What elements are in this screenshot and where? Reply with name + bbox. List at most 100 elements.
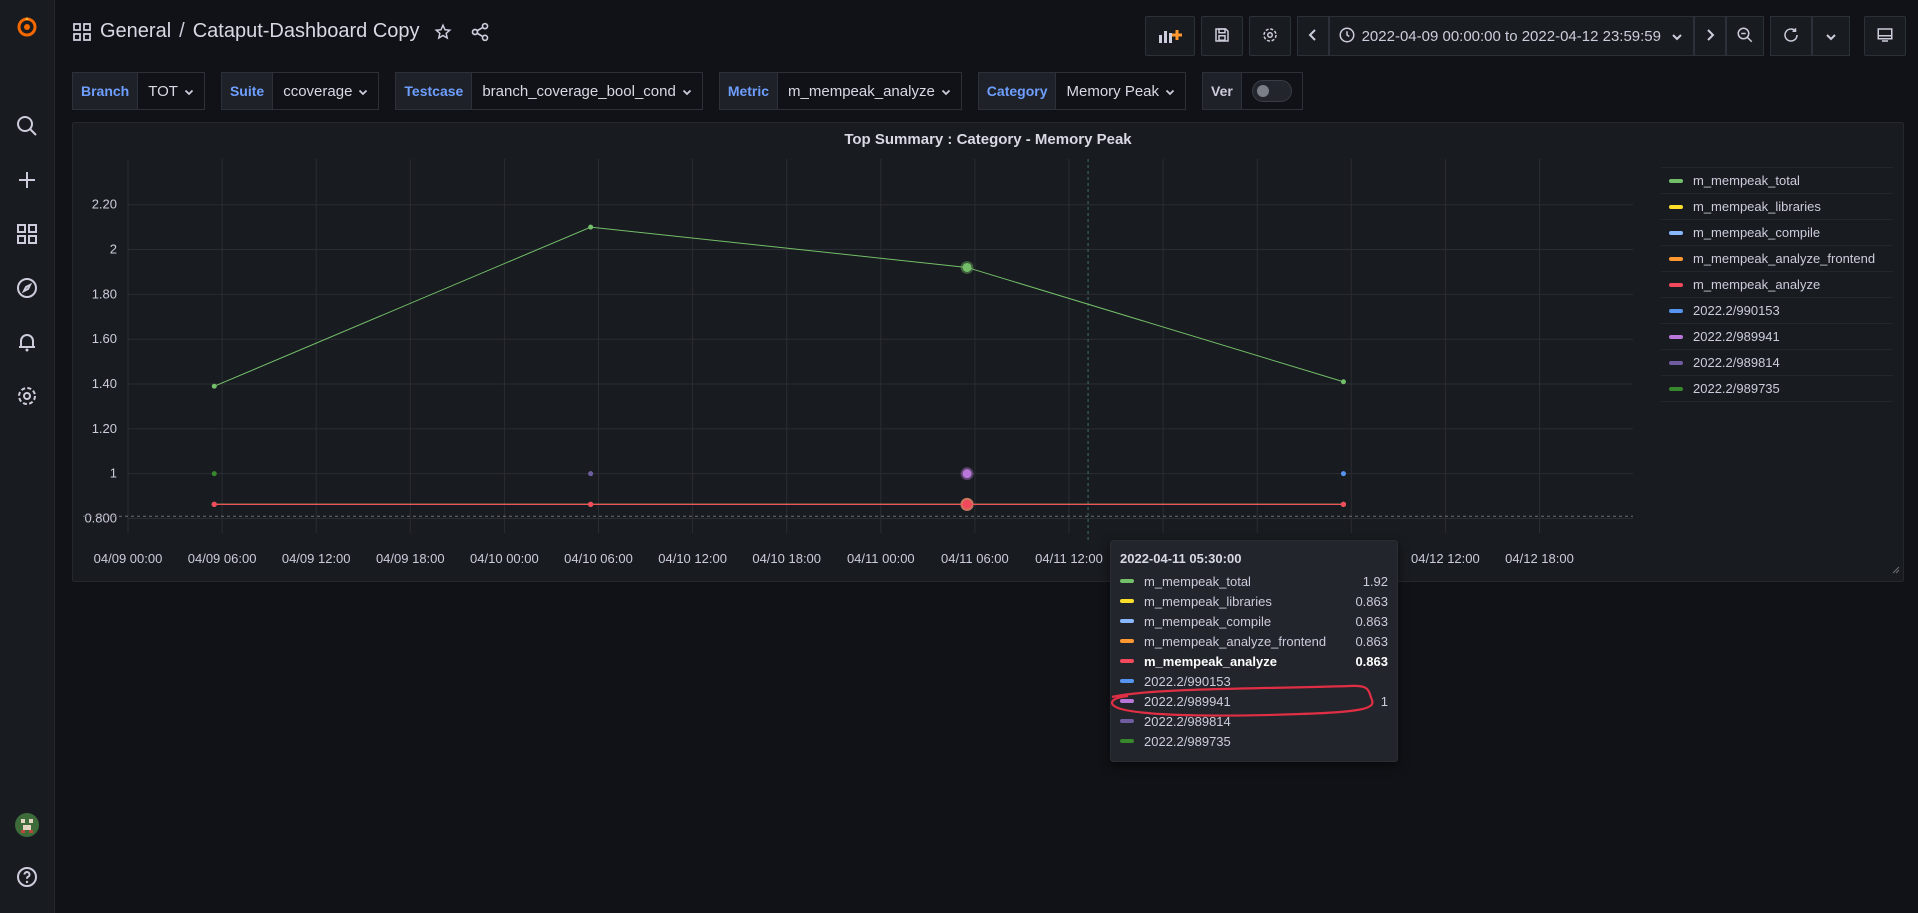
variable-value: ccoverage <box>283 83 352 100</box>
variable-metric: Metric m_mempeak_analyze <box>719 72 962 110</box>
legend-item[interactable]: m_mempeak_libraries <box>1661 193 1893 219</box>
legend-swatch <box>1669 335 1683 339</box>
chevron-down-icon <box>1165 83 1175 100</box>
legend-label: 2022.2/989814 <box>1693 355 1780 370</box>
legend-label: 2022.2/990153 <box>1693 303 1780 318</box>
tooltip-value: 0.863 <box>1348 654 1388 669</box>
star-icon[interactable] <box>434 23 452 41</box>
plus-icon[interactable] <box>13 166 41 194</box>
view-mode-button[interactable] <box>1864 16 1906 56</box>
legend: m_mempeak_total m_mempeak_libraries m_memp… <box>1661 167 1893 402</box>
legend-label: m_mempeak_libraries <box>1693 199 1821 214</box>
breadcrumb-folder[interactable]: General <box>100 20 171 43</box>
variable-dropdown[interactable]: m_mempeak_analyze <box>778 72 962 110</box>
data-point-2022.2/989735 <box>212 471 217 476</box>
legend-item[interactable]: m_mempeak_compile <box>1661 219 1893 245</box>
variable-dropdown[interactable]: ccoverage <box>273 72 379 110</box>
variables-bar: Branch TOT Suite ccoverage Testcase bran… <box>72 72 1319 110</box>
tooltip-swatch <box>1120 739 1134 743</box>
variable-dropdown[interactable]: branch_coverage_bool_cond <box>472 72 702 110</box>
legend-item[interactable]: m_mempeak_analyze_frontend <box>1661 245 1893 271</box>
variable-value: Memory Peak <box>1066 83 1159 100</box>
add-panel-button[interactable] <box>1145 16 1195 56</box>
tooltip-time: 2022-04-11 05:30:00 <box>1120 551 1241 566</box>
help-icon[interactable] <box>13 863 41 891</box>
legend-item[interactable]: 2022.2/990153 <box>1661 297 1893 323</box>
data-point-2022.2/990153 <box>1341 471 1346 476</box>
data-point-m_mempeak_total <box>963 263 972 272</box>
tooltip-row: 2022.2/989814 <box>1120 711 1388 731</box>
data-point-m_mempeak_analyze <box>1341 502 1346 507</box>
variable-value: TOT <box>148 83 178 100</box>
chevron-down-icon <box>184 83 194 100</box>
legend-swatch <box>1669 283 1683 287</box>
add-panel-icon <box>1157 25 1183 48</box>
legend-item[interactable]: 2022.2/989941 <box>1661 323 1893 349</box>
legend-swatch <box>1669 361 1683 365</box>
refresh-button[interactable] <box>1770 16 1812 56</box>
avatar[interactable] <box>13 811 41 839</box>
variable-label: Branch <box>72 72 138 110</box>
x-tick-label: 04/11 06:00 <box>941 551 1009 566</box>
dashboard-title[interactable]: Cataput-Dashboard Copy <box>193 20 420 43</box>
x-tick-label: 04/11 12:00 <box>1035 551 1103 566</box>
resize-handle <box>1893 567 1899 573</box>
y-tick-label: 1.20 <box>92 421 117 436</box>
y-tick-label: 1.60 <box>92 331 117 346</box>
series-line-m_mempeak_total <box>214 227 1343 386</box>
zoom-out-button[interactable] <box>1726 16 1764 56</box>
data-point-m_mempeak_total <box>212 384 217 389</box>
graph-panel: Top Summary : Category - Memory Peak 0.8… <box>72 122 1904 582</box>
variable-label: Testcase <box>395 72 472 110</box>
tooltip-swatch <box>1120 659 1134 663</box>
breadcrumb: General / Cataput-Dashboard Copy <box>72 20 490 43</box>
data-point-m_mempeak_total <box>1341 379 1346 384</box>
grid-icon[interactable] <box>72 22 92 42</box>
ver-toggle[interactable] <box>1252 80 1292 102</box>
legend-item[interactable]: 2022.2/989735 <box>1661 375 1893 402</box>
x-tick-label: 04/09 06:00 <box>188 551 257 566</box>
dashboards-icon[interactable] <box>13 220 41 248</box>
tooltip-row: 2022.2/9899411 <box>1120 691 1388 711</box>
x-tick-label: 04/10 00:00 <box>470 551 539 566</box>
legend-label: 2022.2/989735 <box>1693 381 1780 396</box>
legend-item[interactable]: 2022.2/989814 <box>1661 349 1893 375</box>
variable-dropdown[interactable]: TOT <box>138 72 205 110</box>
refresh-icon <box>1782 26 1800 47</box>
toolbar: 2022-04-09 00:00:00 to 2022-04-12 23:59:… <box>1145 16 1906 56</box>
grafana-logo-icon[interactable] <box>13 12 41 40</box>
data-point-m_mempeak_analyze <box>212 502 217 507</box>
tooltip-swatch <box>1120 719 1134 723</box>
tooltip-swatch <box>1120 699 1134 703</box>
time-range-picker[interactable]: 2022-04-09 00:00:00 to 2022-04-12 23:59:… <box>1329 16 1694 56</box>
tooltip-row: m_mempeak_compile0.863 <box>1120 611 1388 631</box>
variable-value: m_mempeak_analyze <box>788 83 935 100</box>
chevron-down-icon <box>682 83 692 100</box>
legend-item[interactable]: m_mempeak_analyze <box>1661 271 1893 297</box>
sidebar <box>0 0 55 913</box>
settings-button[interactable] <box>1249 16 1291 56</box>
time-forward-button[interactable] <box>1694 16 1726 56</box>
time-range-text: 2022-04-09 00:00:00 to 2022-04-12 23:59:… <box>1356 28 1671 45</box>
variable-label: Metric <box>719 72 778 110</box>
variable-dropdown[interactable]: Memory Peak <box>1056 72 1186 110</box>
data-point-m_mempeak_analyze <box>588 502 593 507</box>
chevron-down-icon <box>941 83 951 100</box>
search-icon[interactable] <box>13 112 41 140</box>
share-icon[interactable] <box>470 22 490 42</box>
tooltip-row: 2022.2/989735 <box>1120 731 1388 751</box>
y-tick-label: 1.80 <box>92 286 117 301</box>
legend-label: m_mempeak_analyze_frontend <box>1693 251 1875 266</box>
bell-icon[interactable] <box>13 328 41 356</box>
explore-icon[interactable] <box>13 274 41 302</box>
x-tick-label: 04/12 18:00 <box>1505 551 1574 566</box>
tooltip-series-name: m_mempeak_libraries <box>1144 594 1348 609</box>
refresh-interval-dropdown[interactable] <box>1812 16 1850 56</box>
chart-area[interactable]: 0.80011.201.401.601.8022.2004/09 00:0004… <box>73 123 1903 581</box>
tooltip-series-name: m_mempeak_compile <box>1144 614 1348 629</box>
time-back-button[interactable] <box>1297 16 1329 56</box>
gear-icon[interactable] <box>13 382 41 410</box>
save-button[interactable] <box>1201 16 1243 56</box>
tooltip-row: m_mempeak_total1.92 <box>1120 571 1388 591</box>
legend-item[interactable]: m_mempeak_total <box>1661 167 1893 193</box>
